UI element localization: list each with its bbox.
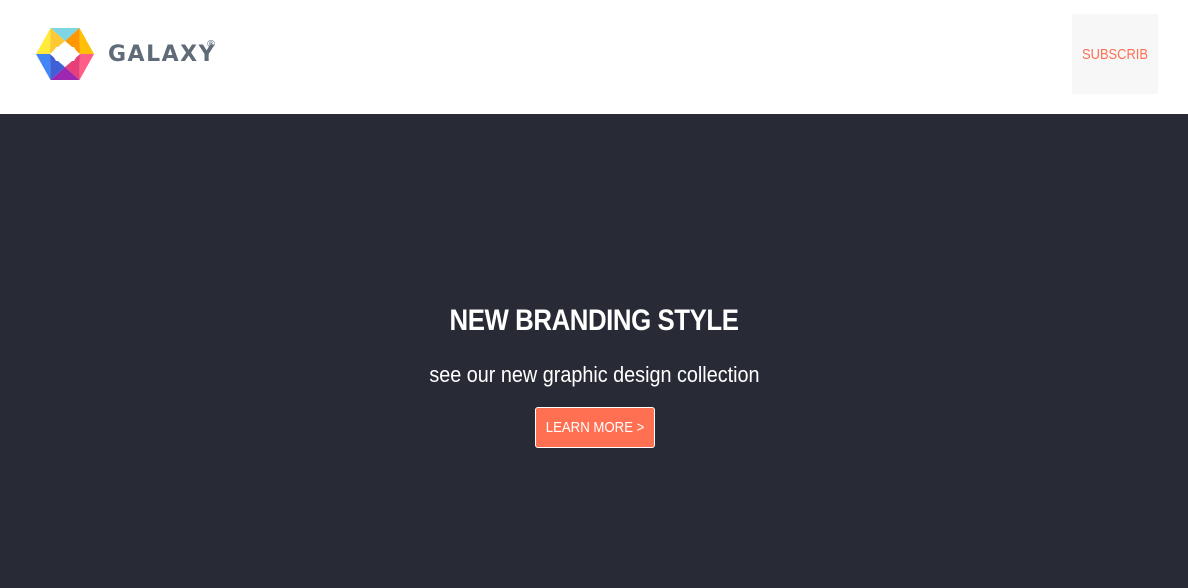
brand-name: GALAXY — [108, 42, 217, 67]
hero-title: NEW BRANDING STYLE — [0, 306, 1188, 336]
hexagon-logo-icon — [36, 28, 94, 80]
site-header: GALAXY ® SUBSCRIB — [0, 0, 1188, 114]
hero-title-text: NEW BRANDING STYLE — [449, 304, 739, 337]
hero-subtitle-text: see our new graphic design collection — [428, 362, 760, 387]
learn-more-label: LEARN MORE > — [545, 419, 645, 436]
hero-subtitle: see our new graphic design collection — [0, 362, 1188, 388]
subscribe-button[interactable]: SUBSCRIB — [1072, 14, 1158, 94]
brand-logo[interactable]: GALAXY ® — [36, 27, 216, 81]
registered-mark: ® — [206, 39, 216, 50]
hero-banner: NEW BRANDING STYLE see our new graphic d… — [0, 114, 1188, 588]
learn-more-button[interactable]: LEARN MORE > — [535, 407, 655, 448]
